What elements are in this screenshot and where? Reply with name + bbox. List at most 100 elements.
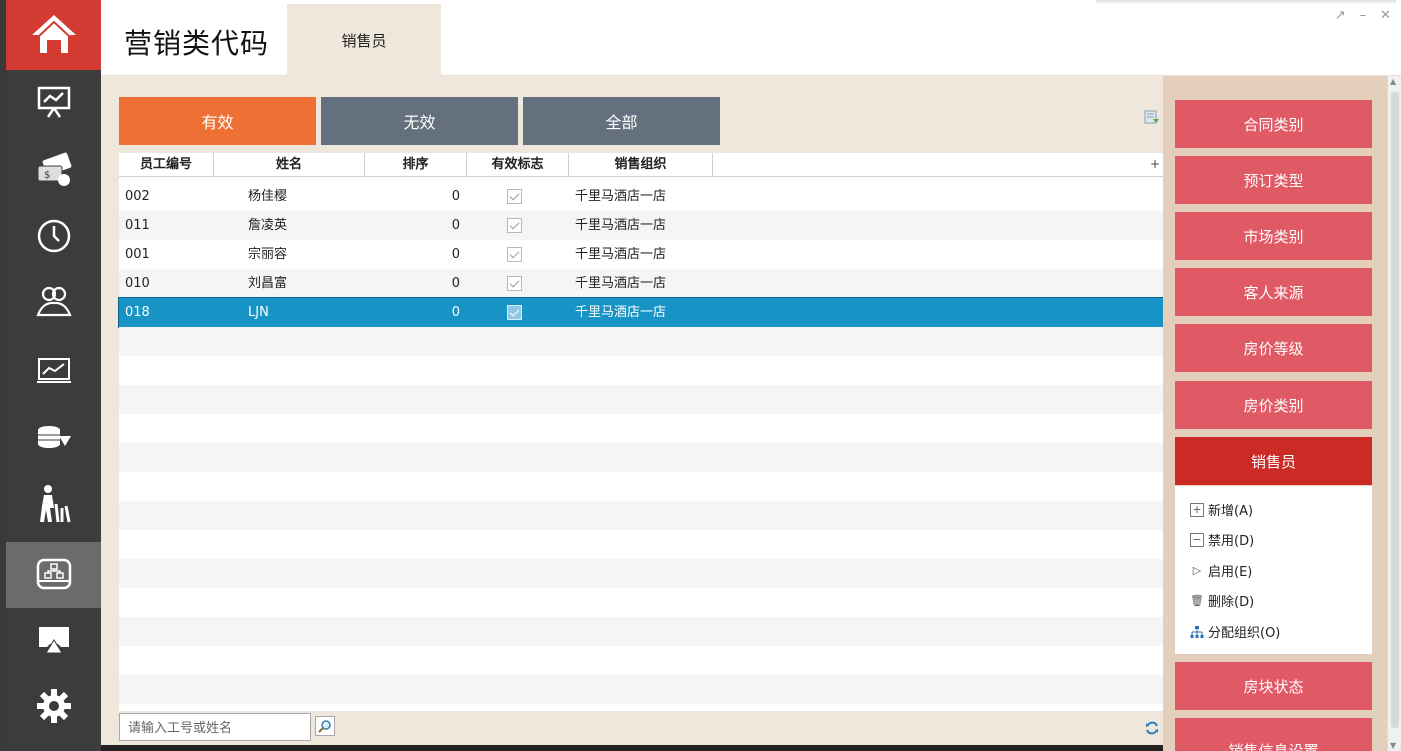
empty-row <box>119 617 1163 646</box>
column-header-valid[interactable]: 有效标志 <box>467 153 569 177</box>
scroll-down-icon[interactable]: ▼ <box>1390 741 1396 750</box>
cell-id: 018 <box>125 305 150 320</box>
presentation-chart-icon <box>37 86 70 118</box>
valid-checkbox[interactable] <box>507 305 522 320</box>
add-action-label: 新增(A) <box>1208 504 1254 519</box>
assign-org-action[interactable]: 分配组织(O) <box>1190 622 1280 641</box>
search-input[interactable] <box>119 713 311 741</box>
org-tree-icon <box>1190 625 1204 638</box>
category-button-guest-source[interactable]: 客人来源 <box>1175 268 1372 316</box>
search-button[interactable] <box>315 716 335 736</box>
disable-action-label: 禁用(D) <box>1208 534 1255 549</box>
plus-box-icon: + <box>1190 502 1204 517</box>
table-row-selected[interactable]: 018 LJN 0 千里马酒店一店 <box>118 297 1164 328</box>
refresh-icon[interactable] <box>1145 721 1159 735</box>
enable-action[interactable]: ▷ 启用(E) <box>1190 561 1253 580</box>
cell-name: 詹凌英 <box>248 218 288 233</box>
cell-id: 002 <box>125 189 150 204</box>
category-button-rate-type[interactable]: 房价类别 <box>1175 381 1372 429</box>
category-button-rate-level[interactable]: 房价等级 <box>1175 324 1372 372</box>
home-icon <box>31 15 76 55</box>
category-button-contract[interactable]: 合同类别 <box>1175 100 1372 148</box>
table-row[interactable]: 001 宗丽容 0 千里马酒店一店 <box>119 240 1163 269</box>
minimize-icon[interactable]: – <box>1360 8 1367 23</box>
category-button-sales-info[interactable]: 销售信息设置 <box>1175 718 1372 751</box>
column-header-org[interactable]: 销售组织 <box>569 153 713 177</box>
cell-id: 010 <box>125 276 150 291</box>
enable-action-label: 启用(E) <box>1208 565 1253 580</box>
rail-item-presentation[interactable] <box>6 72 101 132</box>
restore-icon[interactable]: ↗ <box>1335 8 1346 23</box>
svg-text:$: $ <box>44 170 50 181</box>
money-icon: $ <box>37 152 71 186</box>
empty-row <box>119 501 1163 530</box>
category-button-salesperson[interactable]: 销售员 <box>1175 437 1372 485</box>
add-action[interactable]: + 新增(A) <box>1190 500 1253 519</box>
cell-id: 011 <box>125 218 150 233</box>
rail-item-history[interactable] <box>6 206 101 266</box>
export-icon[interactable] <box>1144 109 1160 125</box>
empty-row <box>119 327 1163 356</box>
code-category-panel: 合同类别 预订类型 市场类别 客人来源 房价等级 房价类别 销售员 + 新增(A… <box>1163 76 1401 751</box>
home-button[interactable] <box>6 0 101 70</box>
cell-sort: 0 <box>451 305 460 320</box>
walking-person-icon <box>39 485 70 523</box>
clock-icon <box>37 219 70 253</box>
monitor-share-icon <box>38 627 69 654</box>
cell-sort: 0 <box>451 189 460 204</box>
minus-box-icon: − <box>1190 532 1204 547</box>
filter-invalid-button[interactable]: 无效 <box>321 97 518 145</box>
salesperson-actions: + 新增(A) − 禁用(D) ▷ 启用(E) 🗑 删除(D) 分配组织(O) <box>1175 486 1372 654</box>
cell-sort: 0 <box>451 247 460 262</box>
empty-row <box>119 385 1163 414</box>
left-nav-rail: $ <box>6 0 101 751</box>
category-button-block-status[interactable]: 房块状态 <box>1175 662 1372 710</box>
rail-item-display[interactable] <box>6 610 101 670</box>
filter-valid-button[interactable]: 有效 <box>119 97 316 145</box>
empty-row <box>119 443 1163 472</box>
valid-checkbox[interactable] <box>507 276 522 291</box>
cell-name: 杨佳樱 <box>248 189 288 204</box>
rail-item-reports[interactable] <box>6 340 101 400</box>
cell-name: LJN <box>248 305 269 320</box>
valid-checkbox[interactable] <box>507 189 522 204</box>
category-button-booking-type[interactable]: 预订类型 <box>1175 156 1372 204</box>
salesperson-table: 员工编号 姓名 排序 有效标志 销售组织 + 002 杨佳樱 0 千里马酒店一店… <box>118 153 1164 711</box>
cell-org: 千里马酒店一店 <box>575 247 667 262</box>
side-panel-scrollbar[interactable]: ▲ ▼ <box>1387 76 1401 751</box>
rail-item-finance[interactable]: $ <box>6 140 101 200</box>
cell-name: 刘昌富 <box>248 276 288 291</box>
scroll-up-icon[interactable]: ▲ <box>1390 77 1396 86</box>
rail-item-codes[interactable] <box>6 542 101 608</box>
table-row[interactable]: 002 杨佳樱 0 千里马酒店一店 <box>119 182 1163 211</box>
rail-item-deposit[interactable] <box>6 408 101 468</box>
table-row[interactable]: 011 詹凌英 0 千里马酒店一店 <box>119 211 1163 240</box>
org-chart-drive-icon <box>36 558 71 590</box>
column-header-name[interactable]: 姓名 <box>214 153 365 177</box>
rail-item-settings[interactable] <box>6 676 101 736</box>
cell-org: 千里马酒店一店 <box>575 189 667 204</box>
search-bar <box>119 711 1163 745</box>
status-strip <box>101 745 1163 751</box>
disable-action[interactable]: − 禁用(D) <box>1190 530 1254 549</box>
valid-checkbox[interactable] <box>507 247 522 262</box>
cell-org: 千里马酒店一店 <box>575 218 667 233</box>
rail-item-users[interactable] <box>6 270 101 330</box>
empty-row <box>119 675 1163 704</box>
table-row[interactable]: 010 刘昌富 0 千里马酒店一店 <box>119 269 1163 298</box>
close-icon[interactable]: ✕ <box>1380 8 1391 23</box>
delete-action[interactable]: 🗑 删除(D) <box>1190 591 1254 610</box>
scroll-thumb[interactable] <box>1391 92 1399 728</box>
category-button-market[interactable]: 市场类别 <box>1175 212 1372 260</box>
table-header: 员工编号 姓名 排序 有效标志 销售组织 + <box>119 153 1163 177</box>
page-title: 营销类代码 <box>124 27 270 60</box>
rail-item-guest[interactable] <box>6 474 101 534</box>
column-header-id[interactable]: 员工编号 <box>119 153 214 177</box>
filter-all-button[interactable]: 全部 <box>523 97 720 145</box>
column-chooser-button[interactable]: + <box>1149 153 1161 177</box>
valid-checkbox[interactable] <box>507 218 522 233</box>
cell-sort: 0 <box>451 276 460 291</box>
column-header-sort[interactable]: 排序 <box>365 153 467 177</box>
tab-salesperson[interactable]: 销售员 <box>287 4 441 76</box>
trend-chart-icon <box>36 358 71 383</box>
